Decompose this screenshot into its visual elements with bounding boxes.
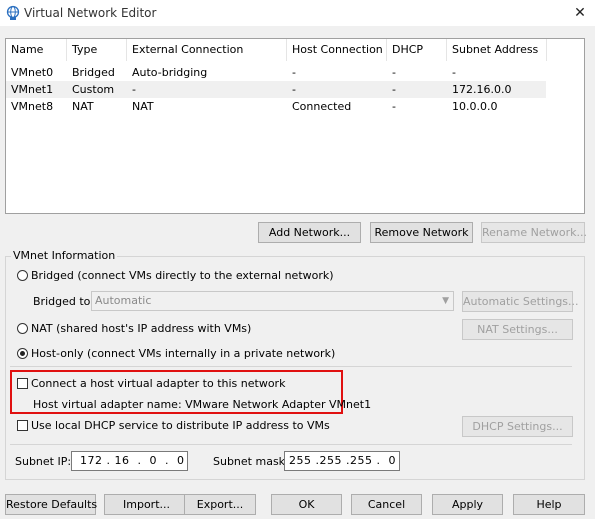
network-list[interactable]: Name Type External Connection Host Conne… (5, 38, 585, 214)
bridged-to-value: Automatic (95, 294, 152, 307)
automatic-settings-button[interactable]: Automatic Settings... (462, 291, 579, 312)
cell-type: Bridged (72, 66, 115, 79)
add-network-button[interactable]: Add Network... (258, 222, 361, 243)
rename-network-button[interactable]: Rename Network... (481, 222, 587, 243)
dhcp-checkbox[interactable] (17, 420, 28, 431)
cell-name: VMnet0 (11, 66, 54, 79)
bridged-to-label: Bridged to: (33, 295, 95, 308)
column-header-subnet[interactable]: Subnet Address (447, 39, 547, 61)
bridged-to-dropdown[interactable]: Automatic ▼ (91, 291, 454, 311)
help-button[interactable]: Help (513, 494, 585, 515)
group-label: VMnet Information (11, 249, 118, 262)
import-button[interactable]: Import... (104, 494, 189, 515)
dhcp-label[interactable]: Use local DHCP service to distribute IP … (31, 419, 330, 432)
subnet-ip-field[interactable]: 172 . 16 . 0 . 0 (71, 451, 188, 471)
cell-external: Auto-bridging (132, 66, 208, 79)
cell-type: Custom (72, 83, 115, 96)
subnet-mask-field[interactable]: 255 .255 .255 . 0 (284, 451, 400, 471)
cell-host: - (292, 66, 296, 79)
ok-button[interactable]: OK (271, 494, 342, 515)
list-header: Name Type External Connection Host Conne… (6, 39, 584, 61)
dhcp-settings-button[interactable]: DHCP Settings... (462, 416, 573, 437)
cell-subnet: 172.16.0.0 (452, 83, 512, 96)
apply-button[interactable]: Apply (432, 494, 503, 515)
column-header-name[interactable]: Name (6, 39, 67, 61)
vmnet-information-group (5, 256, 585, 480)
chevron-down-icon: ▼ (442, 296, 449, 306)
subnet-ip-label: Subnet IP: (15, 455, 72, 468)
cell-subnet: 10.0.0.0 (452, 100, 498, 113)
adapter-name-label: Host virtual adapter name: VMware Networ… (33, 398, 372, 411)
cell-host: - (292, 83, 296, 96)
table-row[interactable]: VMnet8 NAT NAT Connected - 10.0.0.0 (6, 98, 546, 115)
bridged-label[interactable]: Bridged (connect VMs directly to the ext… (31, 269, 334, 282)
nat-label[interactable]: NAT (shared host's IP address with VMs) (31, 322, 251, 335)
cell-type: NAT (72, 100, 94, 113)
table-row-selected[interactable]: VMnet1 Custom - - - 172.16.0.0 (6, 81, 546, 98)
column-header-dhcp[interactable]: DHCP (387, 39, 447, 61)
close-button[interactable]: ✕ (568, 3, 592, 23)
remove-network-button[interactable]: Remove Network (370, 222, 473, 243)
nat-settings-button[interactable]: NAT Settings... (462, 319, 573, 340)
table-row[interactable]: VMnet0 Bridged Auto-bridging - - - (6, 64, 546, 81)
connect-adapter-checkbox[interactable] (17, 378, 28, 389)
cell-dhcp: - (392, 83, 396, 96)
restore-defaults-button[interactable]: Restore Defaults (5, 494, 97, 515)
column-header-external[interactable]: External Connection (127, 39, 287, 61)
column-header-host[interactable]: Host Connection (287, 39, 387, 61)
cell-host: Connected (292, 100, 352, 113)
cell-external: NAT (132, 100, 154, 113)
connect-adapter-label[interactable]: Connect a host virtual adapter to this n… (31, 377, 285, 390)
cell-external: - (132, 83, 136, 96)
bridged-radio[interactable] (17, 270, 28, 281)
export-button[interactable]: Export... (184, 494, 256, 515)
cell-dhcp: - (392, 66, 396, 79)
cell-subnet: - (452, 66, 456, 79)
cell-name: VMnet1 (11, 83, 54, 96)
cell-name: VMnet8 (11, 100, 54, 113)
network-globe-icon (6, 5, 20, 20)
divider (10, 366, 572, 367)
host-only-radio[interactable] (17, 348, 28, 359)
nat-radio[interactable] (17, 323, 28, 334)
subnet-mask-label: Subnet mask: (213, 455, 289, 468)
cell-dhcp: - (392, 100, 396, 113)
cancel-button[interactable]: Cancel (351, 494, 422, 515)
column-header-type[interactable]: Type (67, 39, 127, 61)
divider (10, 444, 572, 445)
host-only-label[interactable]: Host-only (connect VMs internally in a p… (31, 347, 335, 360)
window-title: Virtual Network Editor (24, 6, 157, 20)
